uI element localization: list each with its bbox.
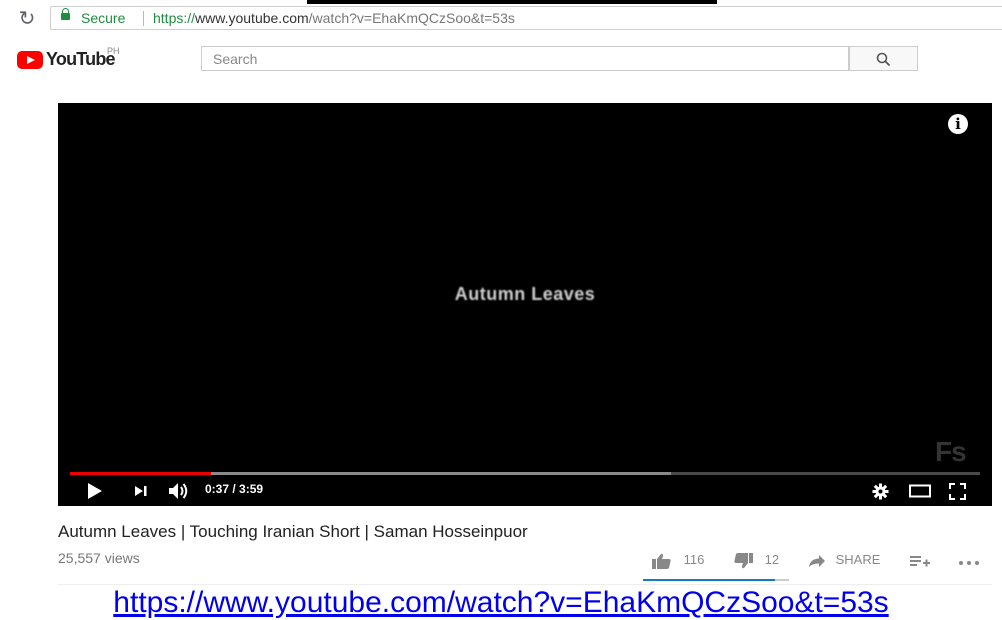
address-bar[interactable]: Secure https://www.youtube.com/watch?v=E… [50, 6, 1002, 30]
share-button[interactable]: SHARE [808, 552, 880, 568]
fullscreen-icon [949, 483, 966, 500]
view-count: 25,557 views [58, 550, 140, 566]
add-to-playlist-button[interactable] [910, 552, 930, 568]
lock-icon [61, 8, 70, 20]
sentiment-like-fill [643, 579, 776, 581]
next-icon [135, 486, 147, 496]
sentiment-bar [643, 579, 789, 581]
volume-button[interactable] [168, 482, 190, 500]
youtube-wordmark: YouTube [46, 49, 116, 69]
theater-icon [909, 484, 931, 498]
divider [58, 584, 992, 585]
youtube-play-logo-icon [17, 51, 43, 69]
like-button[interactable]: 116 [652, 552, 704, 569]
share-icon [809, 554, 825, 567]
gear-icon [872, 483, 889, 500]
reload-icon[interactable]: ↻ [16, 8, 38, 30]
dislike-count: 12 [764, 552, 780, 567]
url-path: /watch?v=EhaKmQCzSoo&t=53s [308, 10, 515, 26]
thumbs-down-icon [734, 552, 753, 568]
more-actions-button[interactable] [958, 552, 980, 568]
progress-played [70, 472, 212, 475]
more-horizontal-icon [959, 560, 979, 565]
progress-bar[interactable] [70, 472, 980, 475]
region-code: PH [107, 46, 120, 56]
settings-button[interactable] [872, 483, 889, 500]
dislike-button[interactable]: 12 [733, 552, 779, 569]
channel-watermark[interactable]: Fs [935, 436, 967, 468]
url-scheme: https:// [153, 10, 196, 26]
like-count: 116 [683, 552, 705, 567]
url-host: www.youtube.com [195, 10, 309, 26]
thumbs-up-icon [652, 553, 671, 569]
search-input[interactable] [202, 47, 813, 70]
share-label: SHARE [835, 552, 881, 567]
playlist-add-icon [910, 555, 930, 567]
theater-mode-button[interactable] [909, 484, 931, 498]
time-display: 0:37 / 3:59 [205, 482, 264, 496]
play-button[interactable] [88, 483, 102, 499]
fullscreen-button[interactable] [949, 483, 966, 500]
search-icon [876, 52, 891, 67]
search-button[interactable] [849, 46, 918, 71]
next-button[interactable] [133, 484, 149, 498]
video-url-link[interactable]: https://www.youtube.com/watch?v=EhaKmQCz… [0, 586, 1002, 620]
video-overlay-title: Autumn Leaves [454, 284, 596, 304]
video-player[interactable]: i Autumn Leaves Fs 0:37 / 3:59 [58, 103, 992, 506]
volume-icon [169, 483, 188, 499]
search-box [201, 46, 849, 71]
video-title: Autumn Leaves | Touching Iranian Short |… [58, 522, 528, 541]
info-icon[interactable]: i [948, 114, 968, 134]
url-text[interactable]: https://www.youtube.com/watch?v=EhaKmQCz… [153, 10, 515, 26]
address-separator [143, 11, 144, 26]
secure-label: Secure [81, 10, 126, 26]
top-edge-bar [307, 0, 717, 4]
